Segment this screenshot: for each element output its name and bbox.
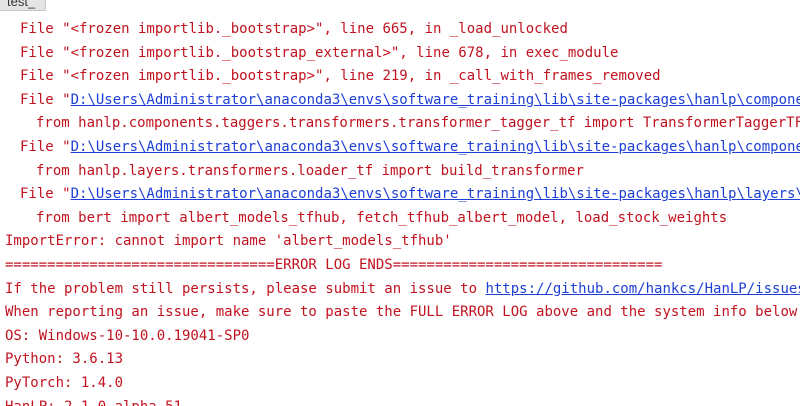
os-info-line: OS: Windows-10-10.0.19041-SP0 [5,327,250,344]
run-tab-bar: test_ [0,0,800,12]
traceback-file-link-line: File "D:\Users\Administrator\anaconda3\e… [0,183,800,207]
report-line: When reporting an issue, make sure to pa… [5,304,800,321]
issues-link[interactable]: https://github.com/hankcs/HanLP/issues [485,281,800,297]
file-path-link[interactable]: D:\Users\Administrator\anaconda3\envs\so… [71,92,800,108]
traceback-code-line: from hanlp.layers.transformers.loader_tf… [36,162,584,179]
traceback-file-link-line: File "D:\Users\Administrator\anaconda3\e… [0,136,800,160]
console-output[interactable]: File "<frozen importlib._bootstrap>", li… [0,18,800,406]
file-path-link[interactable]: D:\Users\Administrator\anaconda3\envs\so… [71,186,800,202]
pytorch-info-line: PyTorch: 1.4.0 [5,375,124,391]
run-tab-label: test_ [7,0,36,9]
traceback-file-line: File "<frozen importlib._bootstrap_exter… [20,44,619,61]
traceback-code-line: from bert import albert_models_tfhub, fe… [36,209,728,226]
file-path-link[interactable]: D:\Users\Administrator\anaconda3\envs\so… [71,139,800,155]
traceback-file-line: File "<frozen importlib._bootstrap>", li… [20,21,568,37]
run-tab[interactable]: test_ [0,0,46,11]
traceback-file-link-line: File "D:\Users\Administrator\anaconda3\e… [0,89,800,113]
traceback-code-line: from hanlp.components.taggers.transforme… [36,115,800,132]
python-info-line: Python: 3.6.13 [5,351,124,368]
hanlp-info-line: HanLP: 2.1.0-alpha.51 [0,396,182,406]
import-error-line: ImportError: cannot import name 'albert_… [5,233,452,250]
traceback-file-line: File "<frozen importlib._bootstrap>", li… [20,68,661,85]
run-console-window: test_ File "<frozen importlib._bootstrap… [0,0,800,406]
error-log-ends-line: ================================ERROR LO… [5,257,663,273]
persist-line: If the problem still persists, please su… [0,278,800,302]
